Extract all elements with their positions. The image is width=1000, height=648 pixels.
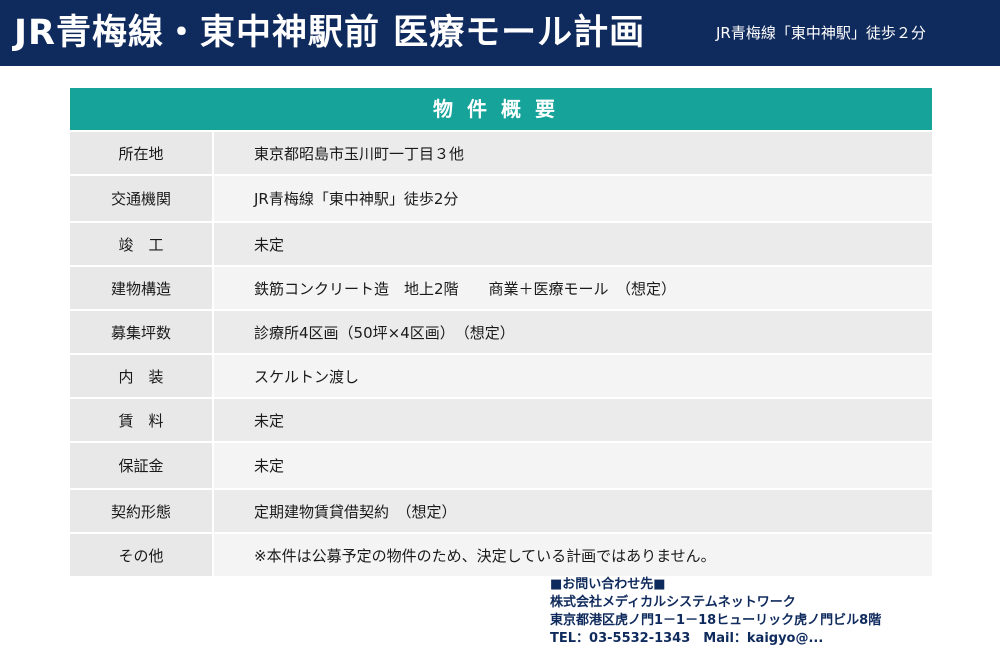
row-value: JR青梅線「東中神駅」徒歩2分: [214, 176, 932, 221]
row-label: 建物構造: [70, 267, 212, 309]
row-label: 所在地: [70, 132, 212, 174]
table-row: 竣 工 未定: [70, 223, 932, 265]
row-label: 交通機関: [70, 176, 212, 221]
table-row: 契約形態 定期建物賃貸借契約 （想定）: [70, 490, 932, 532]
row-value: ※本件は公募予定の物件のため、決定している計画ではありません。: [214, 534, 932, 576]
property-summary-table: 物件概要 所在地 東京都昭島市玉川町一丁目３他 交通機関 JR青梅線「東中神駅」…: [70, 88, 932, 576]
row-label: 内 装: [70, 355, 212, 397]
row-value: スケルトン渡し: [214, 355, 932, 397]
row-label: 契約形態: [70, 490, 212, 532]
contact-tel-mail[interactable]: TEL：03-5532-1343 Mail：kaigyo@...: [550, 630, 990, 648]
table-row: 所在地 東京都昭島市玉川町一丁目３他: [70, 132, 932, 174]
row-value: 未定: [214, 443, 932, 488]
table-title: 物件概要: [70, 88, 932, 130]
access-subtitle: JR青梅線「東中神駅」徒歩２分: [716, 24, 926, 42]
row-value: 定期建物賃貸借契約 （想定）: [214, 490, 932, 532]
row-value: 未定: [214, 223, 932, 265]
table-row: 建物構造 鉄筋コンクリート造 地上2階 商業＋医療モール （想定）: [70, 267, 932, 309]
contact-block: ■お問い合わせ先■ 株式会社メディカルシステムネットワーク 東京都港区虎ノ門1－…: [550, 576, 990, 648]
row-value: 鉄筋コンクリート造 地上2階 商業＋医療モール （想定）: [214, 267, 932, 309]
row-value: 診療所4区画（50坪×4区画） （想定）: [214, 311, 932, 353]
row-label: 保証金: [70, 443, 212, 488]
row-label: 竣 工: [70, 223, 212, 265]
page-title: JR青梅線・東中神駅前 医療モール計画: [14, 13, 646, 53]
row-label: 募集坪数: [70, 311, 212, 353]
table-row: 保証金 未定: [70, 443, 932, 488]
contact-heading: ■お問い合わせ先■: [550, 577, 666, 592]
table-row: 内 装 スケルトン渡し: [70, 355, 932, 397]
row-label: 賃 料: [70, 399, 212, 441]
table-row: 募集坪数 診療所4区画（50坪×4区画） （想定）: [70, 311, 932, 353]
table-row: 交通機関 JR青梅線「東中神駅」徒歩2分: [70, 176, 932, 221]
row-value: 未定: [214, 399, 932, 441]
contact-company: 株式会社メディカルシステムネットワーク: [550, 595, 796, 610]
row-value: 東京都昭島市玉川町一丁目３他: [214, 132, 932, 174]
table-row: その他 ※本件は公募予定の物件のため、決定している計画ではありません。: [70, 534, 932, 576]
row-label: その他: [70, 534, 212, 576]
table-row: 賃 料 未定: [70, 399, 932, 441]
page-header: JR青梅線・東中神駅前 医療モール計画 JR青梅線「東中神駅」徒歩２分: [0, 0, 1000, 66]
contact-address: 東京都港区虎ノ門1－1－18ヒューリック虎ノ門ビル8階: [550, 613, 882, 628]
